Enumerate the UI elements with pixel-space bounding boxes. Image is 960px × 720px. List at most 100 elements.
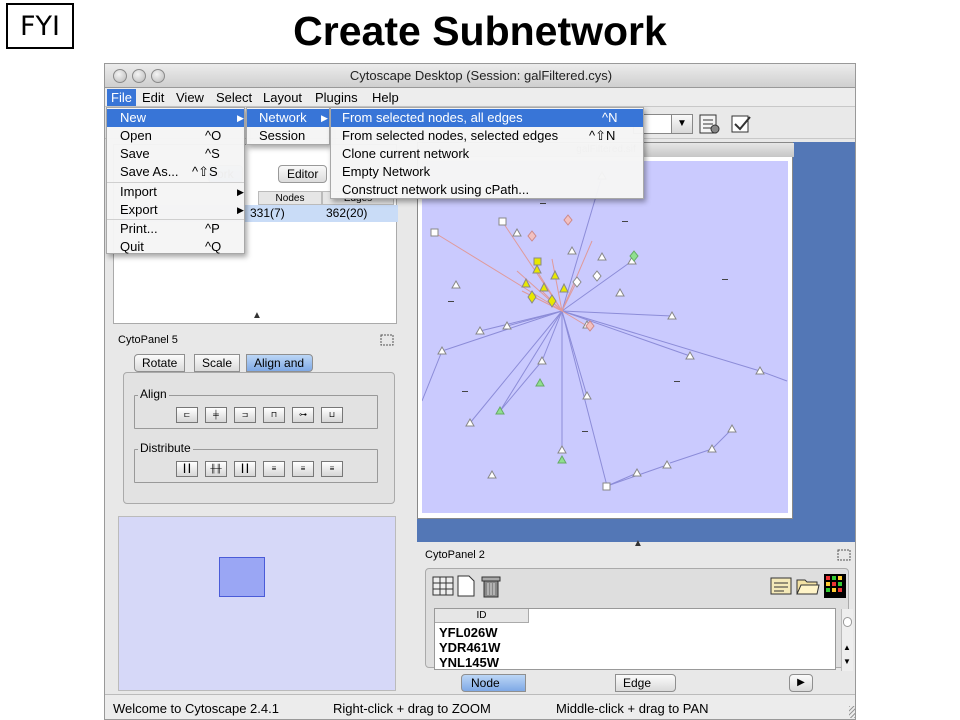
menu-item-network[interactable]: Network ▶ (247, 109, 329, 127)
menu-help[interactable]: Help (368, 89, 403, 106)
menu-item-label: Import (120, 184, 157, 199)
resize-corner-icon[interactable] (849, 706, 855, 718)
menu-item-export[interactable]: Export ▶ (107, 201, 244, 219)
align-hcenter-icon[interactable]: ╪ (205, 407, 227, 423)
new-attribute-icon[interactable] (456, 575, 476, 597)
menu-item-clone-network[interactable]: Clone current network (331, 145, 643, 163)
attribute-list-icon[interactable] (770, 575, 792, 597)
column-id[interactable]: ID (435, 609, 529, 623)
menu-item-print[interactable]: Print... ^P (107, 220, 244, 238)
menu-item-from-selected-all-edges[interactable]: From selected nodes, all edges ^N (331, 109, 643, 127)
menu-item-label: New (120, 110, 147, 125)
status-bar: Welcome to Cytoscape 2.4.1 Right-click +… (105, 694, 855, 719)
menu-item-open[interactable]: Open ^O (107, 127, 244, 145)
distribute-left-icon[interactable]: ┃┃ (176, 461, 198, 477)
menu-layout[interactable]: Layout (259, 89, 306, 106)
distribute-right-icon[interactable]: ┃┃ (234, 461, 256, 477)
tab-node-attribute-browser[interactable]: Node Attribute Browser (461, 674, 526, 719)
tab-rotate[interactable]: Rotate (134, 354, 186, 372)
menu-item-label: Construct network using cPath... (342, 182, 530, 197)
edit-document-icon[interactable] (729, 112, 753, 136)
cytopanel-5: CytoPanel 5 Rotate Scale Align and Distr… (118, 332, 398, 504)
status-pan-hint: Middle-click + drag to PAN (556, 701, 709, 716)
attribute-table: ID YFL026W YDR461W YNL145W ▲ ▼ (434, 608, 853, 671)
menu-item-new[interactable]: New ▶ (107, 109, 244, 127)
menu-file[interactable]: File (107, 89, 136, 106)
menu-item-import[interactable]: Import ▶ (107, 183, 244, 201)
scroll-down-icon[interactable]: ▼ (843, 657, 851, 666)
network-canvas[interactable] (422, 161, 788, 513)
distribute-hcenter-icon[interactable]: ╫╫ (205, 461, 227, 477)
tab-scale[interactable]: Scale (194, 354, 241, 372)
window-title: Cytoscape Desktop (Session: galFiltered.… (349, 68, 613, 83)
tab-editor[interactable]: Editor (278, 165, 328, 183)
resize-grip-icon[interactable]: ▲ (252, 310, 262, 321)
menu-item-label: Session (259, 128, 306, 143)
align-distribute-body: Align ⊏ ╪ ⊐ ⊓ ⊶ ⊔ Distribute ┃┃ ╫╫ ┃┃ ≡ … (123, 372, 395, 504)
scroll-thumb[interactable] (843, 617, 852, 627)
menu-plugins[interactable]: Plugins (311, 89, 362, 106)
menu-item-shortcut: ^Q (205, 239, 222, 254)
scroll-up-icon[interactable]: ▲ (843, 643, 851, 652)
overview-viewport[interactable] (219, 557, 265, 597)
menu-edit[interactable]: Edit (138, 89, 168, 106)
edges-count: 362(20) (326, 206, 368, 220)
filter-icon[interactable] (697, 112, 721, 136)
delete-attribute-icon[interactable] (480, 574, 502, 598)
cytoscape-window: Cytoscape Desktop (Session: galFiltered.… (104, 63, 856, 720)
cytopanel-2-float-icon[interactable] (837, 549, 851, 561)
menu-item-label: Clone current network (342, 146, 470, 161)
distribute-label: Distribute (138, 441, 193, 455)
menu-item-quit[interactable]: Quit ^Q (107, 238, 244, 256)
combo-dropdown-icon[interactable]: ▼ (671, 114, 693, 134)
table-row[interactable]: YFL026W (439, 625, 498, 640)
align-bottom-icon[interactable]: ⊔ (321, 407, 343, 423)
submenu-arrow-icon: ▶ (237, 187, 244, 197)
menu-item-session[interactable]: Session (247, 127, 329, 145)
cytopanel-2-grip-icon[interactable]: ▲ (633, 538, 643, 549)
menu-item-construct-cpath[interactable]: Construct network using cPath... (331, 181, 643, 199)
heatmap-icon[interactable] (824, 574, 846, 598)
menu-item-from-selected-selected-edges[interactable]: From selected nodes, selected edges ^⇧N (331, 127, 643, 145)
menu-item-shortcut: ^P (205, 221, 220, 236)
menu-view[interactable]: View (172, 89, 208, 106)
align-vcenter-icon[interactable]: ⊶ (292, 407, 314, 423)
distribute-bottom-icon[interactable]: ≡ (321, 461, 343, 477)
float-panel-icon[interactable] (380, 334, 394, 346)
table-row[interactable]: YNL145W (439, 655, 499, 670)
new-submenu: Network ▶ Session (246, 107, 330, 145)
menu-item-label: Empty Network (342, 164, 431, 179)
cytopanel-2: ▲ CytoPanel 2 ID YFL026W YDR461W YNL145W… (417, 538, 855, 719)
distribute-top-icon[interactable]: ≡ (263, 461, 285, 477)
menu-select[interactable]: Select (212, 89, 256, 106)
align-left-icon[interactable]: ⊏ (176, 407, 198, 423)
menu-item-label: Save (120, 146, 150, 161)
menu-item-label: Export (120, 202, 158, 217)
menu-item-save[interactable]: Save ^S (107, 145, 244, 163)
network-overview[interactable] (118, 516, 396, 691)
attribute-browser: ID YFL026W YDR461W YNL145W ▲ ▼ (425, 568, 853, 671)
more-tabs-icon[interactable]: ▶ (789, 674, 813, 692)
tab-align-distribute[interactable]: Align and Distribute (246, 354, 313, 386)
tab-edge-attribute-browser[interactable]: Edge Attribute Browser (615, 674, 676, 719)
cytopanel-2-title: CytoPanel 2 (425, 549, 485, 561)
menu-item-shortcut: ^⇧N (589, 128, 616, 143)
align-top-icon[interactable]: ⊓ (263, 407, 285, 423)
cytopanel-5-title: CytoPanel 5 (118, 334, 178, 346)
column-nodes[interactable]: Nodes (258, 191, 322, 205)
menu-item-empty-network[interactable]: Empty Network (331, 163, 643, 181)
menu-item-shortcut: ^S (205, 146, 220, 161)
nodes-count: 331(7) (250, 206, 285, 220)
select-attributes-icon[interactable] (432, 575, 454, 597)
vertical-scrollbar[interactable]: ▲ ▼ (841, 609, 853, 671)
open-folder-icon[interactable] (796, 575, 820, 597)
distribute-vcenter-icon[interactable]: ≡ (292, 461, 314, 477)
table-row[interactable]: YDR461W (439, 640, 500, 655)
submenu-arrow-icon: ▶ (321, 113, 328, 123)
menu-item-shortcut: ^O (205, 128, 222, 143)
menu-bar: File Edit View Select Layout Plugins Hel… (105, 88, 855, 107)
status-welcome: Welcome to Cytoscape 2.4.1 (113, 701, 279, 716)
align-right-icon[interactable]: ⊐ (234, 407, 256, 423)
menu-item-save-as[interactable]: Save As... ^⇧S (107, 163, 244, 181)
file-menu: New ▶ Open ^O Save ^S Save As... ^⇧S Import ▶… (106, 107, 245, 254)
